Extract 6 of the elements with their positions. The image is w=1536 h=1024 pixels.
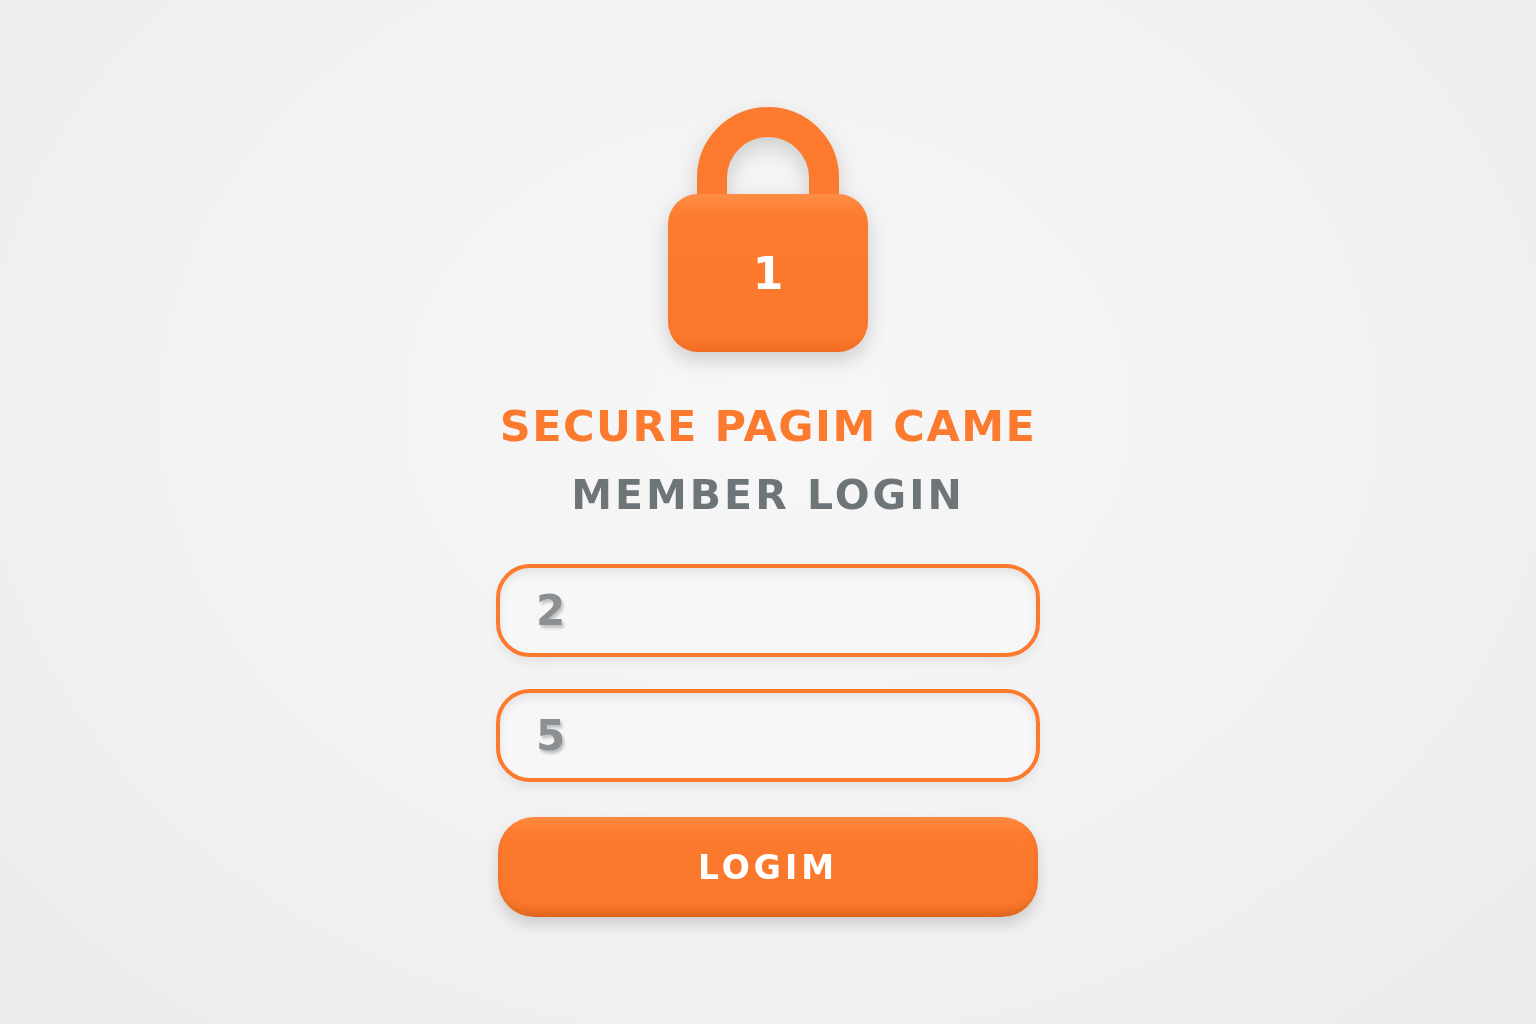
page-title: SECURE PAGIM CAME: [499, 400, 1037, 453]
padlock-number: 1: [752, 252, 784, 296]
input-field[interactable]: 5: [496, 689, 1040, 782]
page-subtitle: MEMBER LOGIN: [571, 470, 965, 521]
login-button[interactable]: LOGIM: [498, 817, 1038, 917]
input-field[interactable]: 2: [496, 564, 1040, 657]
